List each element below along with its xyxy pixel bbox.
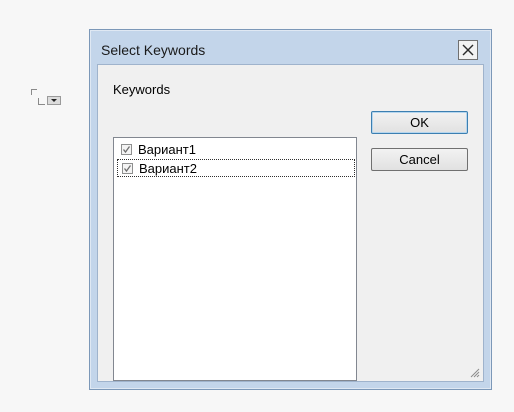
option2-label: Вариант2	[139, 160, 197, 176]
list-item-option2[interactable]: Вариант2	[117, 159, 355, 177]
list-item-option1[interactable]: Вариант1	[117, 140, 355, 158]
option1-checkbox[interactable]	[121, 143, 132, 155]
close-button[interactable]	[458, 40, 478, 60]
keywords-listbox[interactable]: Вариант1 Вариант2	[113, 137, 357, 381]
resize-grip-icon[interactable]	[468, 366, 480, 378]
check-icon	[123, 164, 132, 172]
dropdown-arrow-icon	[51, 99, 57, 102]
check-icon	[122, 145, 131, 153]
background-dropdown-button[interactable]	[47, 96, 61, 105]
title-bar[interactable]: Select Keywords	[90, 30, 491, 64]
close-icon	[462, 44, 474, 56]
option2-checkbox[interactable]	[122, 162, 133, 174]
keywords-label: Keywords	[113, 82, 171, 97]
dialog-client-area: Keywords Вариант1 Вариант2 OK Cancel	[97, 64, 484, 382]
cancel-button[interactable]: Cancel	[371, 148, 468, 171]
background-dropdown-frame	[38, 98, 45, 105]
ok-button[interactable]: OK	[371, 111, 468, 134]
select-keywords-dialog: Select Keywords Keywords Вариант1 Вариан…	[89, 29, 492, 390]
dialog-title: Select Keywords	[101, 42, 206, 58]
option1-label: Вариант1	[138, 141, 196, 157]
background-corner-mark	[31, 89, 37, 95]
background-dropdown[interactable]	[38, 96, 62, 105]
